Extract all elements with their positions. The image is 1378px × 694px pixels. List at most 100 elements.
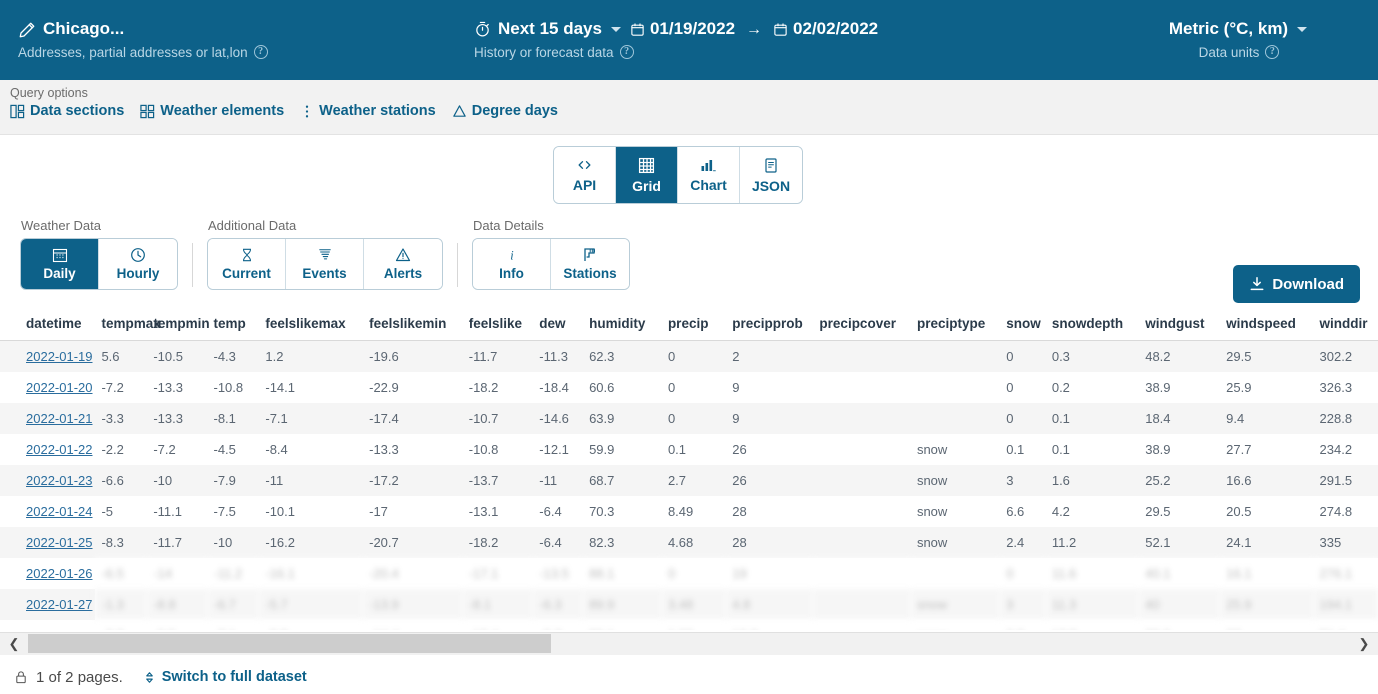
table-cell-winddir: 194.1	[1313, 589, 1378, 620]
table-cell-datetime[interactable]: 2022-01-28	[0, 620, 96, 630]
table-cell-datetime[interactable]: 2022-01-26	[0, 558, 96, 589]
scrollbar-thumb[interactable]	[28, 633, 551, 653]
date-link[interactable]: 2022-01-22	[26, 442, 93, 457]
column-header-snowdepth[interactable]: snowdepth	[1045, 312, 1140, 341]
table-cell-preciptype	[910, 372, 1001, 403]
table-cell-datetime[interactable]: 2022-01-27	[0, 589, 96, 620]
table-cell-tempmin: -14	[147, 558, 208, 589]
table-cell-temp: -10.8	[207, 372, 260, 403]
column-header-precipprob[interactable]: precipprob	[726, 312, 814, 341]
table-row: 2022-01-19 5.6 -10.5 -4.3 1.2 -19.6 -11.7 -11.3…	[0, 340, 1378, 372]
date-link[interactable]: 2022-01-19	[26, 349, 93, 364]
table-cell-datetime[interactable]: 2022-01-20	[0, 372, 96, 403]
scrollbar-track[interactable]	[28, 632, 1350, 655]
end-date-chunk[interactable]: 02/02/2022	[773, 19, 878, 39]
help-icon[interactable]: ?	[1265, 45, 1280, 60]
query-option-data-sections[interactable]: Data sections	[10, 103, 124, 119]
table-cell-windgust: 40.1	[1139, 558, 1221, 589]
column-header-dew[interactable]: dew	[533, 312, 584, 341]
switch-to-full-dataset-button[interactable]: Switch to full dataset	[143, 669, 307, 685]
query-option-weather-stations[interactable]: Weather stations	[300, 103, 436, 119]
column-header-temp[interactable]: temp	[207, 312, 260, 341]
date-link[interactable]: 2022-01-26	[26, 566, 93, 581]
table-cell-datetime[interactable]: 2022-01-21	[0, 403, 96, 434]
column-header-windgust[interactable]: windgust	[1139, 312, 1221, 341]
download-button[interactable]: Download	[1233, 265, 1360, 303]
view-mode-json[interactable]: JSON	[740, 147, 802, 203]
column-header-humidity[interactable]: humidity	[583, 312, 662, 341]
table-cell-tempmax: -8.3	[95, 527, 148, 558]
date-link[interactable]: 2022-01-20	[26, 380, 93, 395]
help-icon[interactable]: ?	[619, 45, 634, 60]
table-cell-datetime[interactable]: 2022-01-25	[0, 527, 96, 558]
table-cell-feelslikemax: -16.1	[259, 558, 364, 589]
toggle-info[interactable]: i Info	[473, 239, 551, 289]
column-header-snow[interactable]: snow	[1000, 312, 1046, 341]
column-header-winddir[interactable]: winddir	[1313, 312, 1378, 341]
start-date-chunk[interactable]: 01/19/2022	[630, 19, 735, 39]
column-header-windspeed[interactable]: windspeed	[1220, 312, 1314, 341]
column-header-tempmax[interactable]: tempmax	[95, 312, 161, 341]
table-cell-snow: 0	[1000, 372, 1046, 403]
table-cell-feelslike: -8.1	[462, 589, 534, 620]
toggle-events[interactable]: Events	[286, 239, 364, 289]
column-header-tempmin[interactable]: tempmin	[147, 312, 210, 341]
date-link[interactable]: 2022-01-28	[26, 628, 93, 630]
column-header-datetime[interactable]: datetime	[0, 312, 96, 341]
table-cell-precipcover	[813, 372, 911, 403]
units-segment[interactable]: Metric (°C, km) Data units ?	[1100, 0, 1378, 80]
calendar-icon	[630, 22, 645, 37]
query-option-label: Degree days	[471, 103, 558, 119]
query-option-weather-elements[interactable]: Weather elements	[140, 103, 284, 119]
pencil-icon	[18, 21, 36, 39]
triangle-icon	[452, 104, 467, 119]
weather-data-grid: datetime tempmax tempmin temp feelslikem…	[0, 312, 1378, 630]
toggle-hourly[interactable]: Hourly	[99, 239, 177, 289]
column-header-feelslikemax[interactable]: feelslikemax	[259, 312, 364, 341]
horizontal-scrollbar[interactable]: ❮ ❯	[0, 632, 1378, 655]
toggle-alerts[interactable]: Alerts	[364, 239, 442, 289]
table-cell-precipprob: 16.2	[726, 620, 814, 630]
date-link[interactable]: 2022-01-25	[26, 535, 93, 550]
date-link[interactable]: 2022-01-24	[26, 504, 93, 519]
query-option-degree-days[interactable]: Degree days	[452, 103, 558, 119]
table-cell-feelslike: -17.1	[462, 558, 534, 589]
column-header-feelslikemin[interactable]: feelslikemin	[363, 312, 463, 341]
column-header-precipcover[interactable]: precipcover	[813, 312, 911, 341]
column-header-feelslike[interactable]: feelslike	[462, 312, 534, 341]
location-segment[interactable]: Chicago... Addresses, partial addresses …	[0, 0, 460, 80]
date-range-preset[interactable]: Next 15 days	[498, 19, 602, 39]
view-mode-api[interactable]: API	[554, 147, 616, 203]
date-segment[interactable]: Next 15 days 01/19/2022 → 02/02/2022 His…	[460, 0, 1100, 80]
toggle-stations[interactable]: Stations	[551, 239, 629, 289]
chevron-down-icon[interactable]	[1297, 27, 1308, 32]
chevron-down-icon[interactable]	[610, 27, 621, 32]
table-cell-precipprob: 9	[726, 403, 814, 434]
table-cell-feelslikemax: -8.4	[259, 434, 364, 465]
code-icon	[576, 157, 593, 173]
table-cell-datetime[interactable]: 2022-01-24	[0, 496, 96, 527]
toggle-daily[interactable]: Daily	[21, 239, 99, 289]
table-cell-winddir: 51.4	[1313, 620, 1378, 630]
query-option-label: Data sections	[30, 103, 125, 119]
table-cell-datetime[interactable]: 2022-01-22	[0, 434, 96, 465]
weather-data-grid-wrapper: datetime tempmax tempmin temp feelslikem…	[0, 312, 1378, 630]
column-header-precip[interactable]: precip	[661, 312, 727, 341]
table-cell-datetime[interactable]: 2022-01-19	[0, 340, 96, 372]
location-value: Chicago...	[43, 19, 125, 39]
date-link[interactable]: 2022-01-21	[26, 411, 93, 426]
view-mode-grid[interactable]: Grid	[616, 147, 678, 203]
table-row: 2022-01-23 -6.6 -10 -7.9 -11 -17.2 -13.7 -11 68.…	[0, 465, 1378, 496]
chevron-left-icon[interactable]: ❮	[0, 632, 28, 655]
help-icon[interactable]: ?	[253, 45, 268, 60]
column-header-preciptype[interactable]: preciptype	[910, 312, 1001, 341]
chevron-right-icon[interactable]: ❯	[1350, 632, 1378, 655]
table-cell-windspeed: 24.1	[1220, 527, 1314, 558]
table-cell-dew: -12.1	[533, 434, 584, 465]
date-value-row: Next 15 days 01/19/2022 → 02/02/2022	[474, 19, 1082, 39]
date-link[interactable]: 2022-01-27	[26, 597, 93, 612]
toggle-current[interactable]: Current	[208, 239, 286, 289]
view-mode-chart[interactable]: Chart	[678, 147, 740, 203]
table-cell-datetime[interactable]: 2022-01-23	[0, 465, 96, 496]
date-link[interactable]: 2022-01-23	[26, 473, 93, 488]
